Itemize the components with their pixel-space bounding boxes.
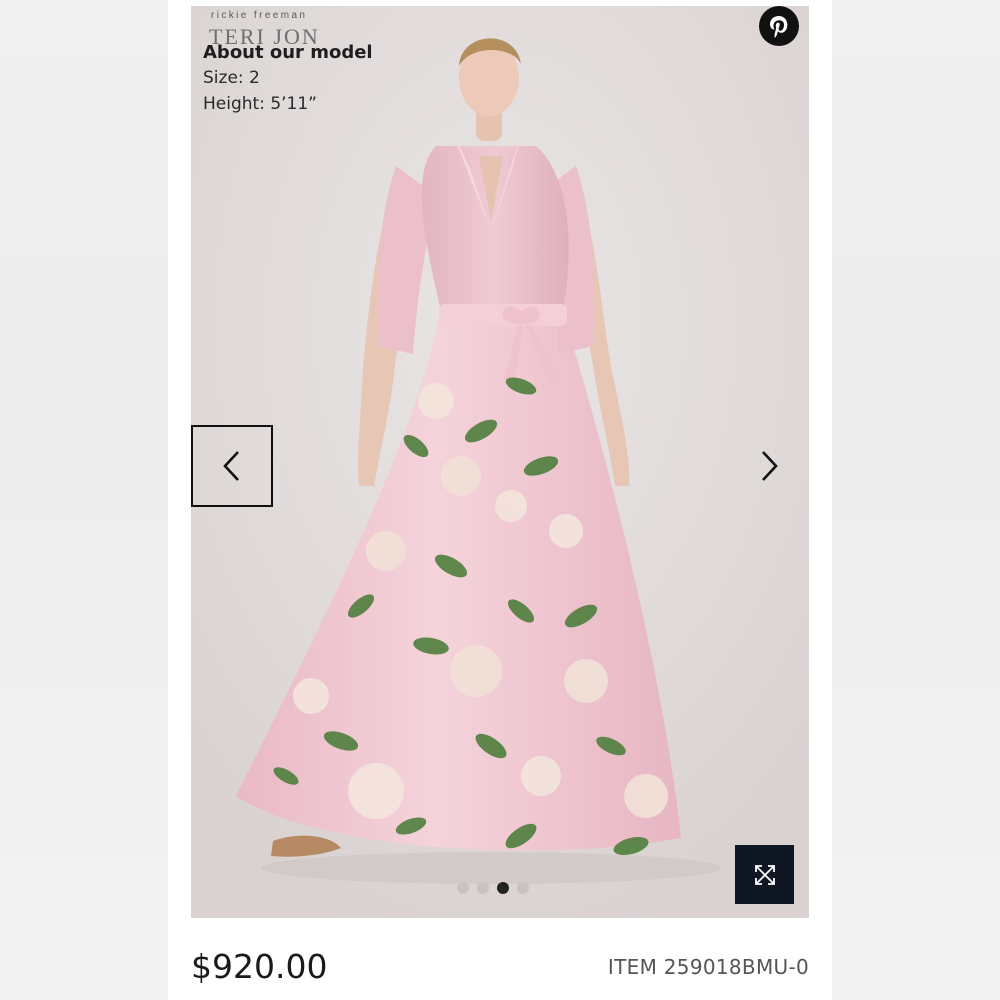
brand-tagline: rickie freeman [211,10,308,21]
model-size: Size: 2 [203,68,260,88]
pinterest-share-button[interactable] [759,6,799,46]
image-pagination-dots [457,882,529,894]
model-height: Height: 5’11” [203,94,317,114]
chevron-left-icon [223,451,239,481]
chevron-right-icon [762,451,778,481]
pagination-dot[interactable] [457,882,469,894]
product-image[interactable]: rickie freeman TERI JON About our model … [191,6,809,918]
pagination-dot[interactable] [517,882,529,894]
pagination-dot[interactable] [497,882,509,894]
product-price: $920.00 [191,947,328,986]
background-blur-right [832,0,1000,1000]
expand-icon [754,864,775,885]
next-image-button[interactable] [739,436,799,496]
expand-image-button[interactable] [735,845,794,904]
model-photo [191,6,809,918]
model-info-heading: About our model [203,42,373,63]
pagination-dot[interactable] [477,882,489,894]
background-blur-left [0,0,168,1000]
pinterest-icon [770,16,788,38]
previous-image-button[interactable] [191,425,273,507]
item-number: ITEM 259018BMU-0 [607,955,809,979]
